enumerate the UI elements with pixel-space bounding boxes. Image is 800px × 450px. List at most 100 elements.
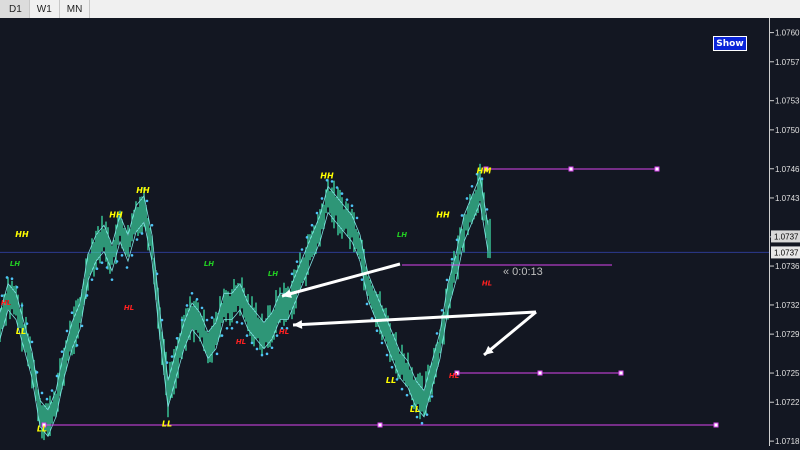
trail-dot [415,415,419,419]
trail-dot [95,267,99,271]
swing-label: LL [410,405,420,414]
trail-dot [105,266,109,269]
price-axis-svg: 1.0718 1.0722 1.0725 1.0729 1.0732 1.0736 1.07… [770,29,800,446]
trail-dot [265,352,269,356]
axis-tick-label: 1.0750 [775,126,800,135]
trail-dot [310,223,314,227]
trail-dot [235,320,239,324]
trail-dot [140,232,144,235]
axis-tick-label: 1.0718 [775,437,800,446]
trail-dot [390,365,394,369]
trail-dot [305,236,309,239]
price-axis[interactable]: 1.0718 1.0722 1.0725 1.0729 1.0732 1.0736 1.07… [769,18,800,446]
trail-dot [205,318,209,322]
show-button[interactable]: Show [713,36,747,51]
axis-tick-label: 1.0736 [775,262,800,271]
trail-dot [405,393,409,397]
timeframe-w1-button[interactable]: W1 [30,0,60,18]
current-price-tag-label: 1.0737 [774,232,799,241]
trail-dot [220,334,224,337]
trail-dot [260,353,264,357]
trail-dot [315,211,319,215]
trail-dot [385,353,389,357]
trail-dot [65,329,69,333]
trail-dot [10,277,14,280]
swing-label: HL [279,328,289,336]
resistance-line-top-handle [568,166,574,172]
trail-dot [300,248,304,251]
trail-dot [295,260,299,263]
swing-label: HL [1,299,11,307]
candle-countdown: « 0:0:13 [503,266,543,278]
trail-dot [460,214,464,217]
trail-dot [360,278,364,281]
axis-tick-label: 1.0725 [775,369,800,378]
trail-dot [135,238,139,241]
trail-dot [445,278,449,282]
trail-dot [45,397,49,401]
swing-label: LL [37,424,47,433]
trail-dot [40,391,44,395]
trail-dot [155,272,159,276]
trail-dot [15,285,19,289]
axis-tick-label: 1.0753 [775,97,800,106]
arrow-to-hl-right [483,310,537,357]
swing-label: HH [136,186,150,195]
trail-dot [165,361,169,364]
support-line-bottom-handle [713,422,719,428]
trail-dot [350,204,354,208]
swing-label: HL [449,372,459,380]
trail-dot [5,276,9,279]
trail-dot [485,208,489,211]
swing-label: HL [236,338,246,346]
trail-dot [160,318,164,322]
trail-dot [75,344,79,347]
swing-label: HH [109,210,123,219]
swing-label: LL [16,327,26,336]
trail-dot [130,254,134,257]
trail-dot [225,327,229,330]
swing-label: HM [477,167,492,176]
swing-label: LH [204,260,214,268]
timeframe-mn-button[interactable]: MN [60,0,91,18]
trail-dot [200,306,204,310]
trail-dot [290,272,294,276]
price-chart[interactable]: HH LH HL LL LL HH HH HL LL LH LH HL HL HH LH LL HH LL HL HM… [0,18,769,446]
trail-dot [430,395,434,398]
swing-label: LH [10,260,20,268]
trail-dot [70,311,74,315]
trail-dot [400,387,404,391]
timeframe-toolbar: D1 W1 MN [0,0,800,19]
trail-dot [100,261,104,264]
price-chart-svg: HH LH HL LL LL HH HH HL LL LH LH HL HL HH LH LL HH LL HL HM… [0,163,769,441]
trail-dot [175,336,179,340]
trail-dot [320,197,324,200]
trail-dot [0,294,4,298]
trail-dot [440,309,444,312]
support-line-mid-handle [537,370,543,376]
resistance-line-top-handle [654,166,660,172]
trail-dot [270,346,274,350]
trail-dot [375,329,379,333]
trail-dot [145,199,149,203]
trail-dot [85,294,89,297]
trail-dot [195,298,199,301]
axis-tick-label: 1.0732 [775,301,800,310]
trail-dot [245,334,249,337]
trail-dot [185,304,189,307]
axis-tick-label: 1.0757 [775,58,800,67]
trail-dot [435,332,439,335]
trail-dot [255,347,259,351]
trail-dot [425,413,429,416]
swing-label: HH [320,172,334,181]
envelope-upper-line [0,175,489,411]
support-line-mid-handle [618,370,624,376]
axis-tick-label: 1.0760 [775,29,800,38]
axis-tick-label: 1.0746 [775,165,800,174]
trail-dot [450,257,454,261]
current-price-tag-label: 1.0737 [774,248,799,257]
trail-dot [340,192,344,195]
arrow-to-hl-head [293,320,303,329]
timeframe-d1-button[interactable]: D1 [0,0,30,18]
trail-dot [230,327,234,330]
